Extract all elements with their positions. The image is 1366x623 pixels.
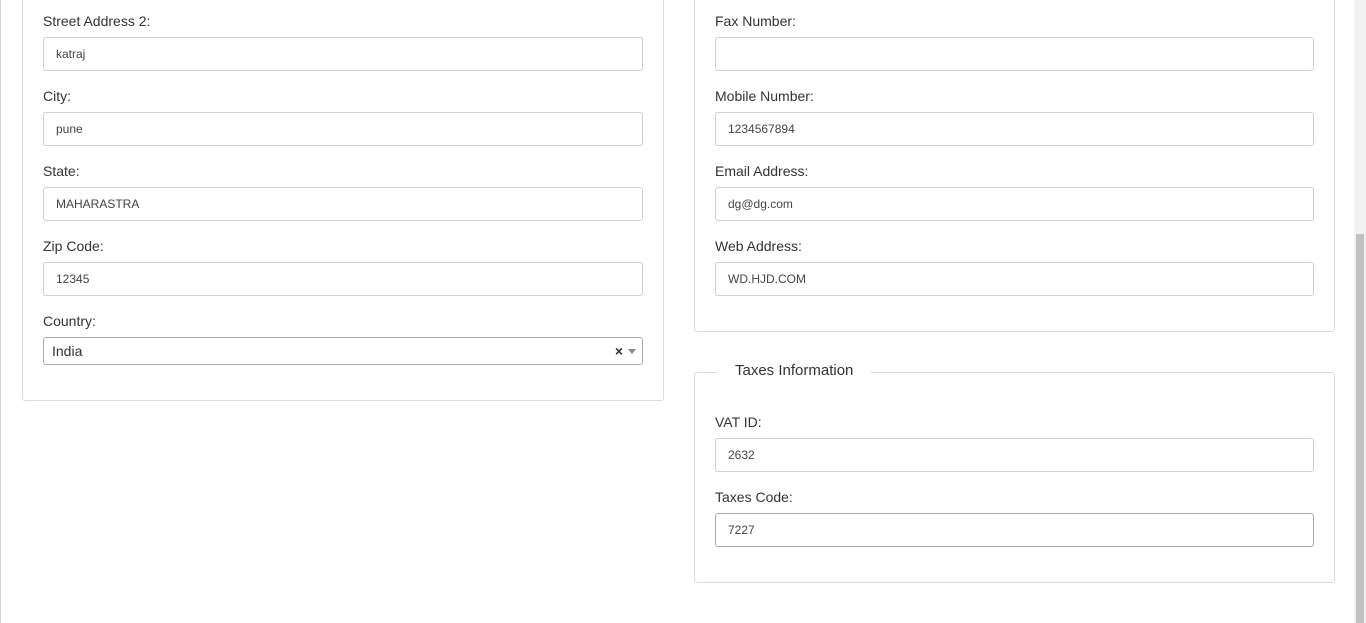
street-address-2-label: Street Address 2: xyxy=(43,13,151,29)
country-selected-value: India xyxy=(52,343,83,359)
street-address-2-input[interactable] xyxy=(43,37,643,71)
zip-code-label: Zip Code: xyxy=(43,238,104,254)
zip-code-input[interactable] xyxy=(43,262,643,296)
web-address-label: Web Address: xyxy=(715,238,802,254)
chevron-down-icon[interactable] xyxy=(628,349,636,354)
state-input[interactable] xyxy=(43,187,643,221)
taxes-code-input[interactable] xyxy=(715,513,1314,547)
state-label: State: xyxy=(43,163,80,179)
email-address-label: Email Address: xyxy=(715,163,809,179)
taxes-section-title: Taxes Information xyxy=(717,362,872,380)
web-address-input[interactable] xyxy=(715,262,1314,296)
taxes-panel xyxy=(694,372,1335,583)
mobile-number-input[interactable] xyxy=(715,112,1314,146)
fax-number-input[interactable] xyxy=(715,37,1314,71)
clear-selection-icon[interactable]: × xyxy=(615,343,623,359)
city-label: City: xyxy=(43,88,71,104)
city-input[interactable] xyxy=(43,112,643,146)
mobile-number-label: Mobile Number: xyxy=(715,88,814,104)
scrollbar-thumb[interactable] xyxy=(1356,234,1364,623)
email-address-input[interactable] xyxy=(715,187,1314,221)
vat-id-input[interactable] xyxy=(715,438,1314,472)
country-label: Country: xyxy=(43,313,96,329)
form-page: Street Address 2: City: State: Zip Code:… xyxy=(0,0,1366,623)
country-select[interactable]: India × xyxy=(43,337,643,365)
taxes-code-label: Taxes Code: xyxy=(715,489,793,505)
vat-id-label: VAT ID: xyxy=(715,414,762,430)
fax-number-label: Fax Number: xyxy=(715,13,796,29)
vertical-scrollbar[interactable] xyxy=(1354,0,1366,623)
